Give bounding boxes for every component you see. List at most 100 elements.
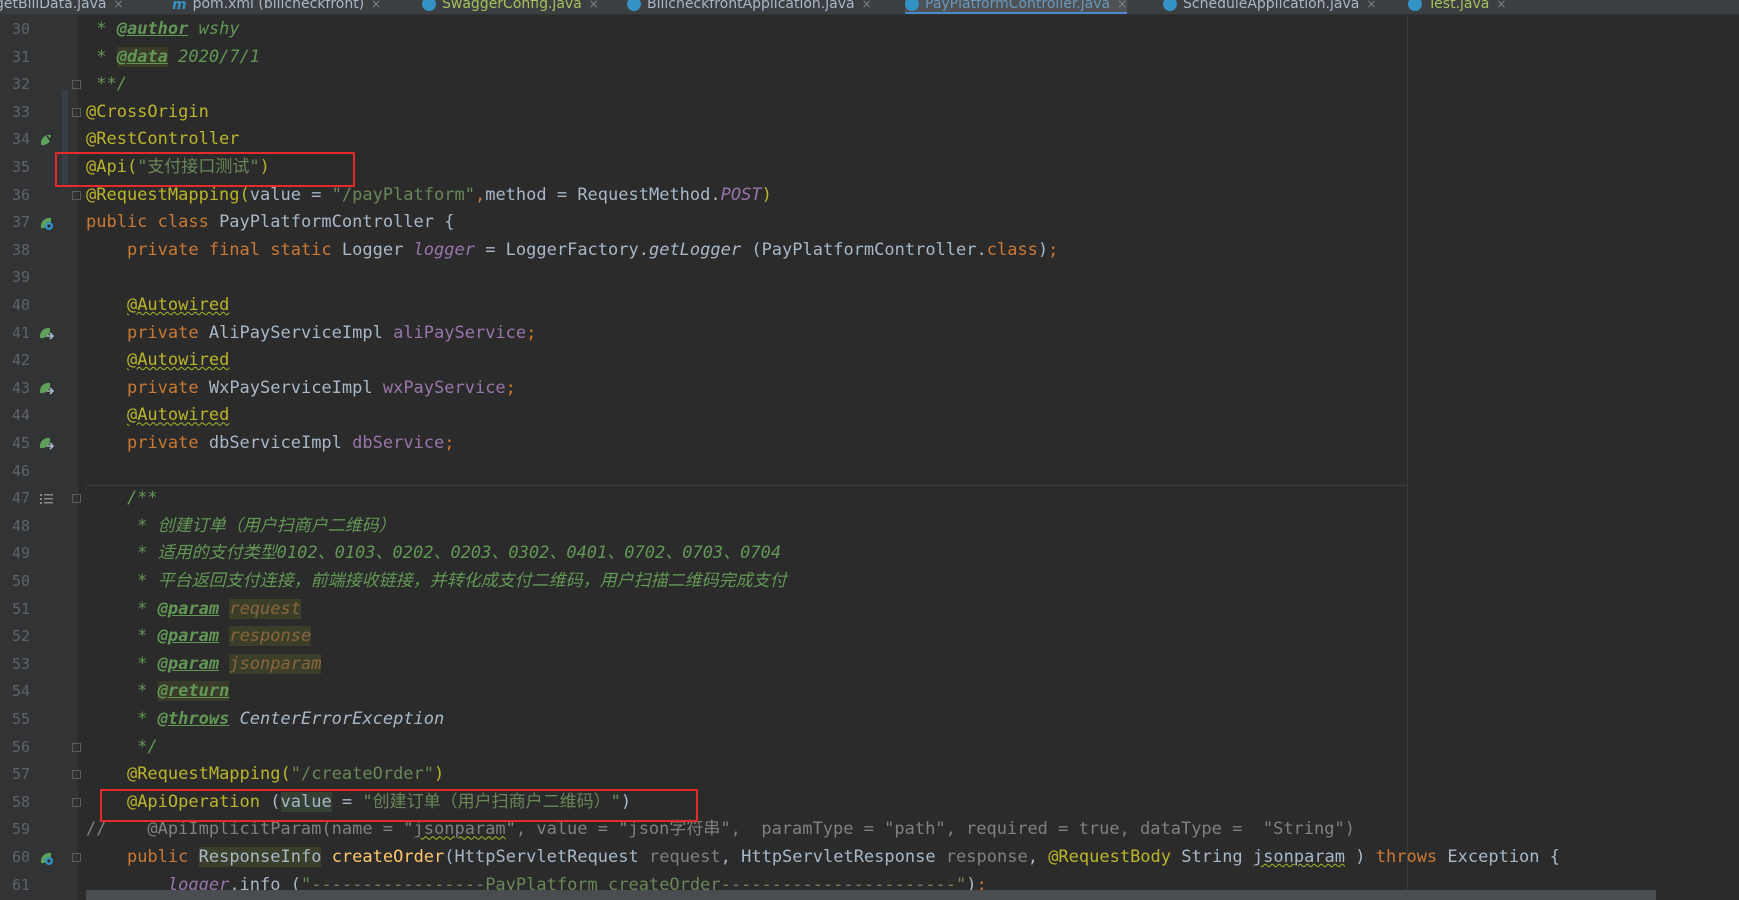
fold-marker-icon[interactable] bbox=[72, 742, 81, 752]
code-line[interactable]: 38 private final static Logger logger = … bbox=[0, 237, 1739, 265]
code-line[interactable]: 40 @Autowired bbox=[0, 292, 1739, 320]
doc-render-icon[interactable] bbox=[38, 491, 54, 507]
editor-tab[interactable]: Test.java × bbox=[1408, 0, 1506, 14]
code-line[interactable]: 54 * @return bbox=[0, 678, 1739, 706]
java-class-icon bbox=[1163, 0, 1177, 11]
fold-marker-icon[interactable] bbox=[72, 107, 81, 117]
fold-marker-icon[interactable] bbox=[72, 853, 81, 862]
code-line[interactable]: 43 private WxPayServiceImpl wxPayService… bbox=[0, 375, 1739, 403]
code-line[interactable]: 37 public class PayPlatformController { bbox=[0, 209, 1739, 237]
code-line[interactable]: 52 * @param response bbox=[0, 623, 1739, 651]
close-icon[interactable]: × bbox=[862, 0, 872, 11]
code-line[interactable]: 55 * @throws CenterErrorException bbox=[0, 706, 1739, 734]
autowired-icon[interactable] bbox=[38, 326, 54, 342]
highlight-box-api bbox=[55, 152, 355, 187]
code-text: * @param request bbox=[86, 596, 301, 624]
code-line[interactable]: 31 * @data 2020/7/1 bbox=[0, 44, 1739, 72]
code-line[interactable]: 42 @Autowired bbox=[0, 347, 1739, 375]
code-line[interactable]: 50 * 平台返回支付连接，前端接收链接，并转化成支付二维码，用户扫描二维码完成… bbox=[0, 568, 1739, 596]
code-token: * 平台返回支付连接，前端接收链接，并转化成支付二维码，用户扫描二维码完成支付 bbox=[86, 571, 787, 591]
fold-marker-icon[interactable] bbox=[72, 80, 81, 90]
fold-marker-icon[interactable] bbox=[72, 494, 81, 504]
code-token: POST bbox=[720, 184, 762, 205]
code-line[interactable]: 49 * 适用的支付类型0102、0103、0202、0203、0302、040… bbox=[0, 540, 1739, 568]
code-token: jsonparam bbox=[1252, 847, 1346, 867]
tab-label: getBillData.java bbox=[0, 0, 107, 12]
code-token: request bbox=[648, 847, 721, 867]
fold-marker-icon[interactable] bbox=[72, 190, 81, 200]
code-line[interactable]: 48 * 创建订单（用户扫商户二维码） bbox=[0, 513, 1739, 541]
code-token: * 创建订单（用户扫商户二维码） bbox=[86, 515, 396, 536]
line-number: 55 bbox=[11, 710, 30, 728]
code-token: @CrossOrigin bbox=[86, 101, 209, 122]
editor-tab[interactable]: getBillData.java × bbox=[0, 0, 124, 14]
line-number: 59 bbox=[11, 820, 30, 839]
editor-tab[interactable]: m pom.xml (billcheckfront) × bbox=[172, 0, 381, 14]
code-line[interactable]: 60 public ResponseInfo createOrder(HttpS… bbox=[0, 844, 1739, 872]
code-text: * @param response bbox=[86, 623, 312, 651]
autowired-icon[interactable] bbox=[38, 436, 54, 452]
code-text: * 适用的支付类型0102、0103、0202、0203、0302、0401、0… bbox=[86, 540, 781, 568]
code-line[interactable]: 47 /** bbox=[0, 485, 1739, 513]
autowired-icon[interactable] bbox=[38, 381, 54, 397]
code-token: WxPayServiceImpl bbox=[208, 377, 383, 398]
close-icon[interactable]: × bbox=[113, 0, 123, 11]
editor-tab[interactable]: ScheduleApplication.java × bbox=[1163, 0, 1376, 14]
code-token: ResponseInfo bbox=[198, 847, 322, 867]
code-line[interactable]: 33 @CrossOrigin bbox=[0, 99, 1739, 127]
code-line[interactable]: 51 * @param request bbox=[0, 596, 1739, 624]
tab-label: ScheduleApplication.java bbox=[1183, 0, 1360, 12]
bean-class-icon[interactable] bbox=[38, 215, 54, 231]
horizontal-scrollbar[interactable] bbox=[86, 890, 1656, 900]
code-line[interactable]: 30 * @author wshy bbox=[0, 16, 1739, 44]
bean-class-icon[interactable] bbox=[38, 850, 54, 866]
code-token: * bbox=[86, 709, 158, 729]
code-line[interactable]: 34 @RestController bbox=[0, 126, 1739, 154]
java-class-icon bbox=[905, 0, 919, 11]
code-text: private dbServiceImpl dbService; bbox=[86, 430, 455, 458]
code-line[interactable]: 46 bbox=[0, 458, 1739, 486]
fold-marker-icon[interactable] bbox=[72, 797, 81, 807]
editor-tab[interactable]: SwaggerConfig.java × bbox=[422, 0, 599, 14]
code-text: */ bbox=[86, 734, 157, 762]
line-number: 30 bbox=[11, 20, 30, 38]
line-number: 42 bbox=[11, 351, 30, 370]
close-icon[interactable]: × bbox=[1496, 0, 1506, 11]
code-token: CenterErrorException bbox=[239, 709, 445, 729]
editor-tab[interactable]: PayPlatformController.java × bbox=[905, 0, 1128, 14]
code-token: ", value = "json字符串", paramType = "path"… bbox=[505, 819, 1355, 840]
close-icon[interactable]: × bbox=[371, 0, 381, 11]
close-icon[interactable]: × bbox=[1117, 0, 1127, 11]
tab-label: Test.java bbox=[1428, 0, 1490, 12]
code-line[interactable]: 57 @RequestMapping("/createOrder") bbox=[0, 761, 1739, 789]
code-token: ) bbox=[1345, 847, 1376, 867]
code-token: private bbox=[126, 377, 209, 398]
code-text: * 创建订单（用户扫商户二维码） bbox=[86, 513, 396, 541]
close-icon[interactable]: × bbox=[1366, 0, 1376, 11]
code-line[interactable]: 39 bbox=[0, 264, 1739, 292]
code-line[interactable]: 41 private AliPayServiceImpl aliPayServi… bbox=[0, 320, 1739, 348]
line-number: 43 bbox=[11, 378, 30, 397]
fold-marker-icon[interactable] bbox=[72, 770, 81, 780]
line-number: 61 bbox=[11, 875, 30, 894]
code-token: Logger bbox=[341, 239, 414, 260]
editor-tab[interactable]: BillcheckfrontApplication.java × bbox=[627, 0, 872, 14]
close-icon[interactable]: × bbox=[589, 0, 599, 11]
code-line[interactable]: 45 private dbServiceImpl dbService; bbox=[0, 430, 1739, 458]
code-line[interactable]: 44 @Autowired bbox=[0, 402, 1739, 430]
code-token: @RestController bbox=[86, 129, 240, 150]
code-token: dbServiceImpl bbox=[208, 433, 353, 453]
code-line[interactable]: 53 * @param jsonparam bbox=[0, 651, 1739, 679]
java-class-icon bbox=[422, 0, 436, 11]
code-text: private final static Logger logger = Log… bbox=[86, 237, 1058, 265]
code-token: 2020/7/1 bbox=[167, 46, 261, 67]
code-line[interactable]: 56 */ bbox=[0, 734, 1739, 762]
code-line[interactable]: 32 **/ bbox=[0, 71, 1739, 99]
code-token: dbService bbox=[352, 433, 445, 453]
spring-bean-icon[interactable] bbox=[38, 132, 54, 148]
